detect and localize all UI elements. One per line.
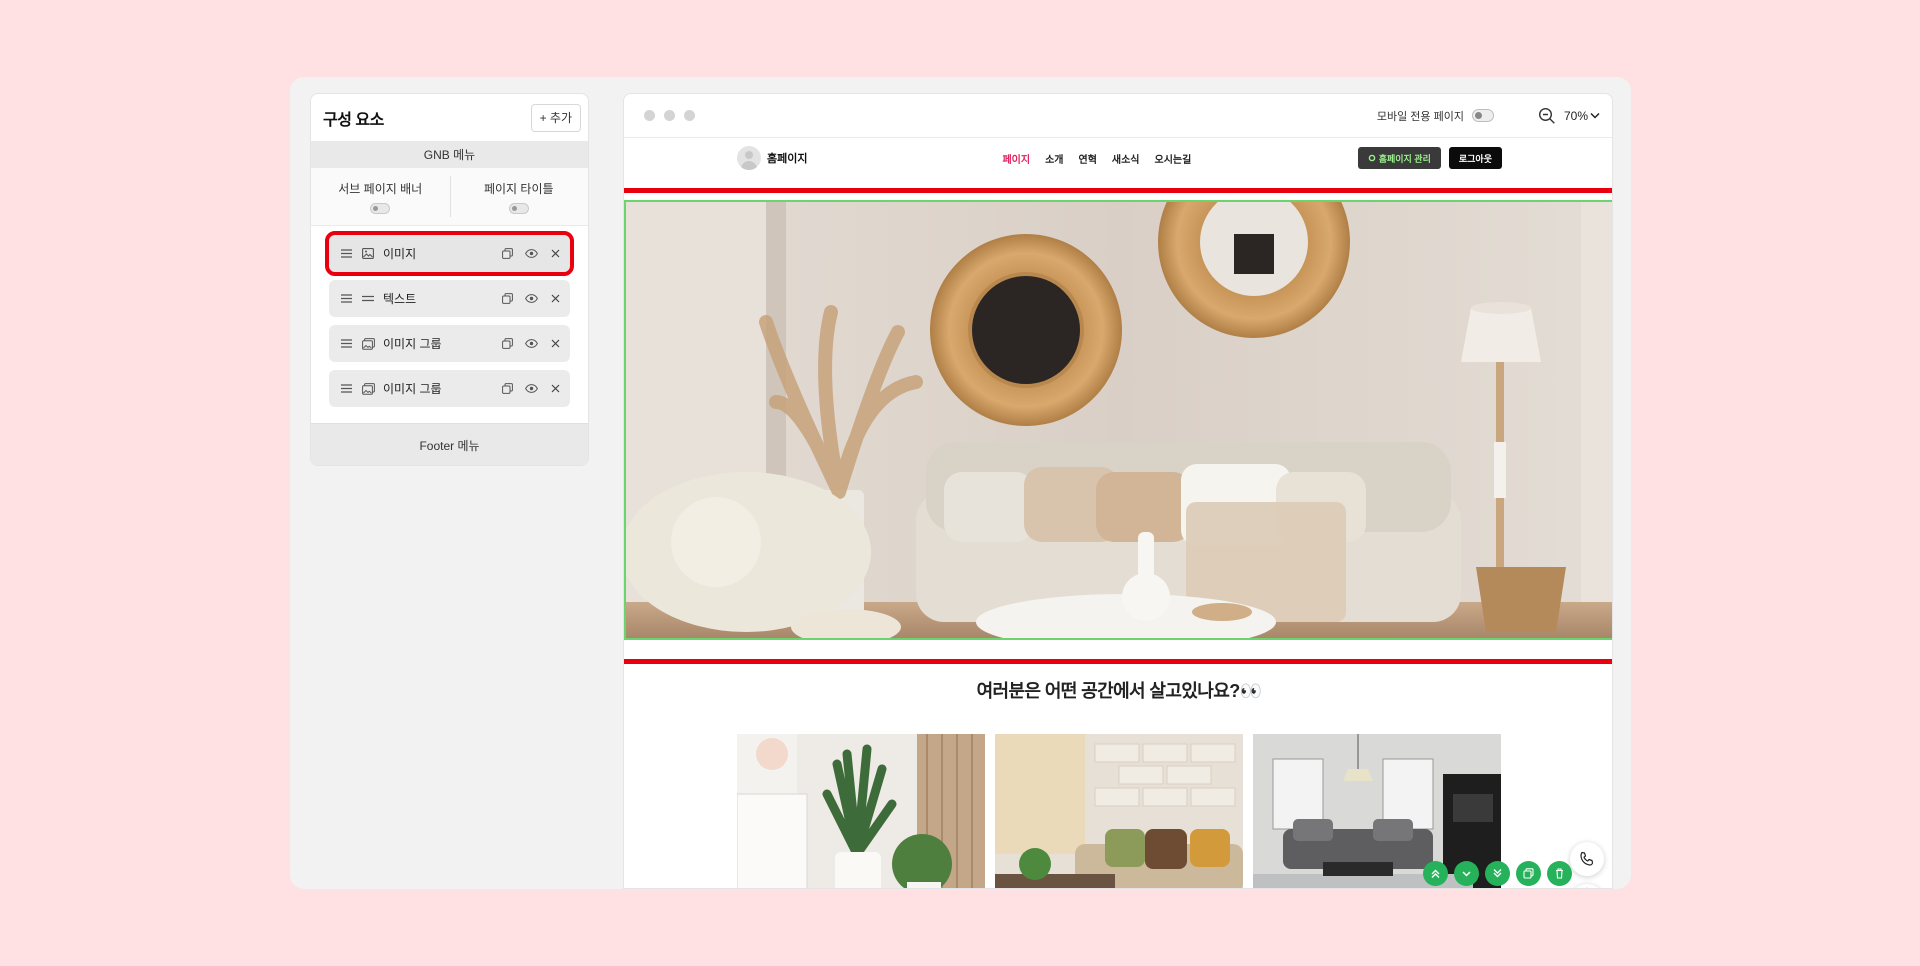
nav-item-page[interactable]: 페이지 [1002,151,1030,166]
component-actions [500,247,562,261]
drag-handle-icon[interactable] [339,292,353,306]
drag-handle-icon[interactable] [339,337,353,351]
nav-item-history[interactable]: 연혁 [1079,151,1097,166]
component-label: 이미지 그룹 [383,382,442,396]
components-panel: 구성 요소 + 추가 GNB 메뉴 서브 페이지 배너 페이지 타이틀 이미지 … [310,93,589,466]
avatar [737,146,761,170]
duplicate-icon[interactable] [1516,861,1541,886]
sub-banner-toggle-cell: 서브 페이지 배너 [311,168,450,225]
text-lines-icon [361,292,375,306]
drag-handle-icon[interactable] [339,247,353,261]
site-logo-text: 홈페이지 [767,153,808,165]
component-label: 텍스트 [383,292,417,306]
scroll-top-button[interactable] [1570,884,1604,888]
zoom-select[interactable]: 70% [1564,109,1600,123]
eye-icon[interactable] [524,337,538,351]
duplicate-icon[interactable] [500,292,514,306]
logout-button[interactable]: 로그아웃 [1448,147,1502,169]
zoom-value: 70% [1563,108,1588,123]
image-icon [361,247,375,261]
panel-title: 구성 요소 [323,111,384,129]
move-bottom-icon[interactable] [1485,861,1510,886]
gnb-menu-bar[interactable]: GNB 메뉴 [311,141,588,168]
close-icon[interactable] [548,382,562,396]
duplicate-icon[interactable] [500,337,514,351]
site-logo[interactable]: 홈페이지 [737,146,807,170]
nav-item-location[interactable]: 오시는길 [1155,151,1192,166]
duplicate-icon[interactable] [500,382,514,396]
gallery-image-brick-room[interactable] [995,734,1243,888]
duplicate-icon[interactable] [500,247,514,261]
move-top-icon[interactable] [1423,861,1448,886]
hero-image[interactable] [624,200,1612,640]
component-actions [500,292,562,306]
chevron-up-icon [1586,887,1588,888]
window-dot [684,110,695,121]
app-window: 구성 요소 + 추가 GNB 메뉴 서브 페이지 배너 페이지 타이틀 이미지 … [290,77,1631,889]
component-item-text[interactable]: 텍스트 [329,280,570,317]
chevron-down-icon [1590,112,1600,119]
zoom-out-icon[interactable] [1538,107,1556,125]
trash-icon[interactable] [1547,861,1572,886]
window-dot [644,110,655,121]
component-actions [500,382,562,396]
page-title-toggle-cell: 페이지 타이틀 [449,168,589,225]
page-title-label: 페이지 타이틀 [483,181,554,196]
eye-icon[interactable] [524,247,538,261]
component-label: 이미지 그룹 [383,337,442,351]
window-dot [664,110,675,121]
component-item-image-group[interactable]: 이미지 그룹 [329,370,570,407]
panel-header: 구성 요소 + 추가 [311,94,588,141]
phone-call-button[interactable] [1570,842,1604,876]
close-icon[interactable] [548,247,562,261]
nav-right: 홈페이지 관리 로그아웃 [1357,147,1502,169]
section-title: 여러분은 어떤 공간에서 살고있나요?👀 [976,681,1262,701]
manage-label: 홈페이지 관리 [1378,153,1431,164]
sub-banner-toggle[interactable] [370,202,391,214]
eye-icon[interactable] [524,382,538,396]
drag-handle-icon[interactable] [339,382,353,396]
gear-icon [1368,154,1375,162]
component-item-image-group[interactable]: 이미지 그룹 [329,325,570,362]
component-label: 이미지 [383,247,417,261]
site-nav-menu: 페이지 소개 연혁 새소식 오시는길 [1002,151,1191,166]
image-group-icon [361,382,375,396]
phone-icon [1580,851,1594,866]
add-component-button[interactable]: + 추가 [530,103,581,132]
living-room-photo [626,202,1612,638]
component-actions [500,337,562,351]
page-preview: 모바일 전용 페이지 70% 홈페이지 페이지 소개 연혁 새소식 오시는길 홈… [623,93,1613,889]
mobile-only-label: 모바일 전용 페이지 [1376,110,1464,123]
site-header: 홈페이지 페이지 소개 연혁 새소식 오시는길 홈페이지 관리 로그아웃 [737,145,1502,171]
preview-toolbar: 모바일 전용 페이지 70% [624,94,1612,138]
close-icon[interactable] [548,337,562,351]
component-list: 이미지 텍스트 이미지 그룹 이미지 그룹 [311,226,588,423]
toggle-row: 서브 페이지 배너 페이지 타이틀 [311,168,588,226]
nav-item-news[interactable]: 새소식 [1112,151,1140,166]
nav-item-about[interactable]: 소개 [1045,151,1063,166]
sub-banner-label: 서브 페이지 배너 [338,181,423,196]
close-icon[interactable] [548,292,562,306]
move-down-icon[interactable] [1454,861,1479,886]
manage-homepage-button[interactable]: 홈페이지 관리 [1357,147,1441,169]
image-group-icon [361,337,375,351]
component-item-image[interactable]: 이미지 [325,231,574,276]
page-title-toggle[interactable] [508,202,529,214]
image-gallery [737,734,1501,888]
window-dots [644,110,695,121]
mobile-only-toggle[interactable] [1471,109,1494,122]
hero-action-bar [1423,861,1572,886]
footer-menu-bar[interactable]: Footer 메뉴 [311,423,588,465]
gallery-image-plants[interactable] [737,734,985,888]
eye-icon[interactable] [524,292,538,306]
